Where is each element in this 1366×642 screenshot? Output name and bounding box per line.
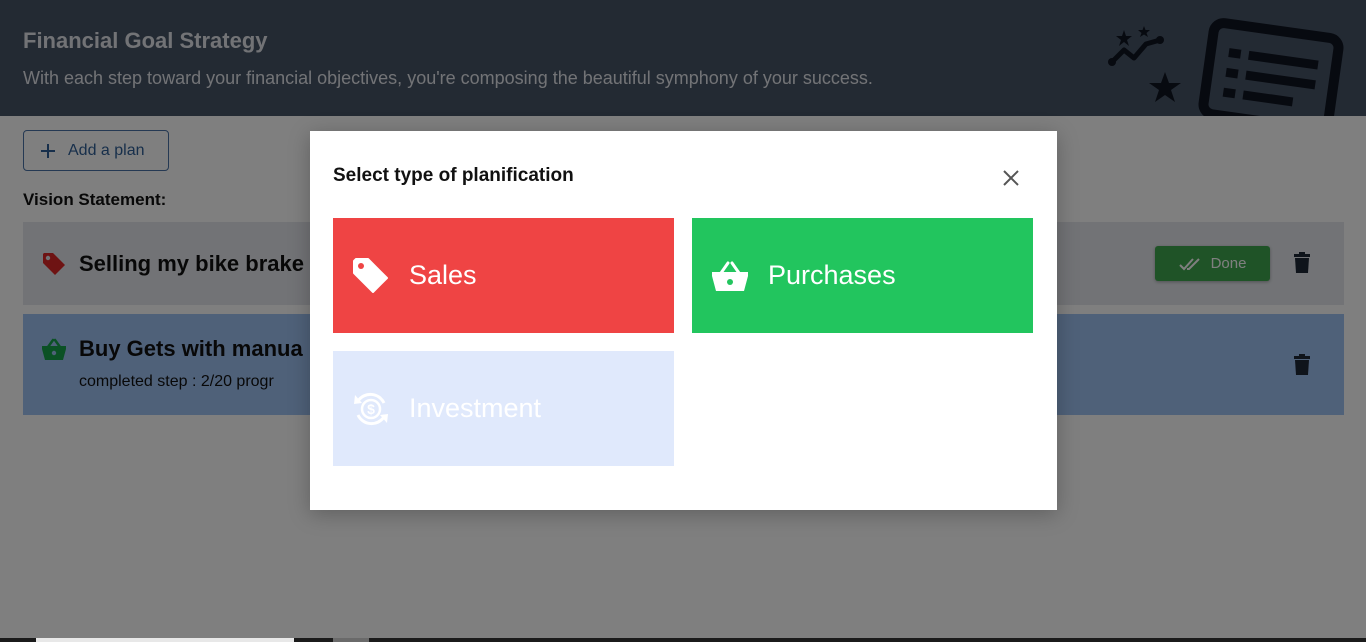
dollar-cycle-icon: $ xyxy=(351,389,391,429)
option-purchases-label: Purchases xyxy=(768,260,896,290)
option-purchases[interactable]: Purchases xyxy=(692,218,1033,333)
taskbar-segment xyxy=(36,638,294,642)
option-investment-label: Investment xyxy=(409,393,542,423)
option-sales-label: Sales xyxy=(409,260,477,290)
option-sales[interactable]: Sales xyxy=(333,218,674,333)
dialog-title: Select type of planification xyxy=(333,165,574,186)
taskbar-segment xyxy=(333,638,369,642)
close-icon xyxy=(1003,170,1019,186)
option-investment[interactable]: $ Investment xyxy=(333,351,674,466)
close-button[interactable] xyxy=(998,165,1024,191)
plan-type-dialog: Select type of planification Sales Purch… xyxy=(310,131,1057,510)
tag-icon xyxy=(351,256,391,296)
svg-text:$: $ xyxy=(367,401,375,417)
basket-icon xyxy=(710,256,750,296)
